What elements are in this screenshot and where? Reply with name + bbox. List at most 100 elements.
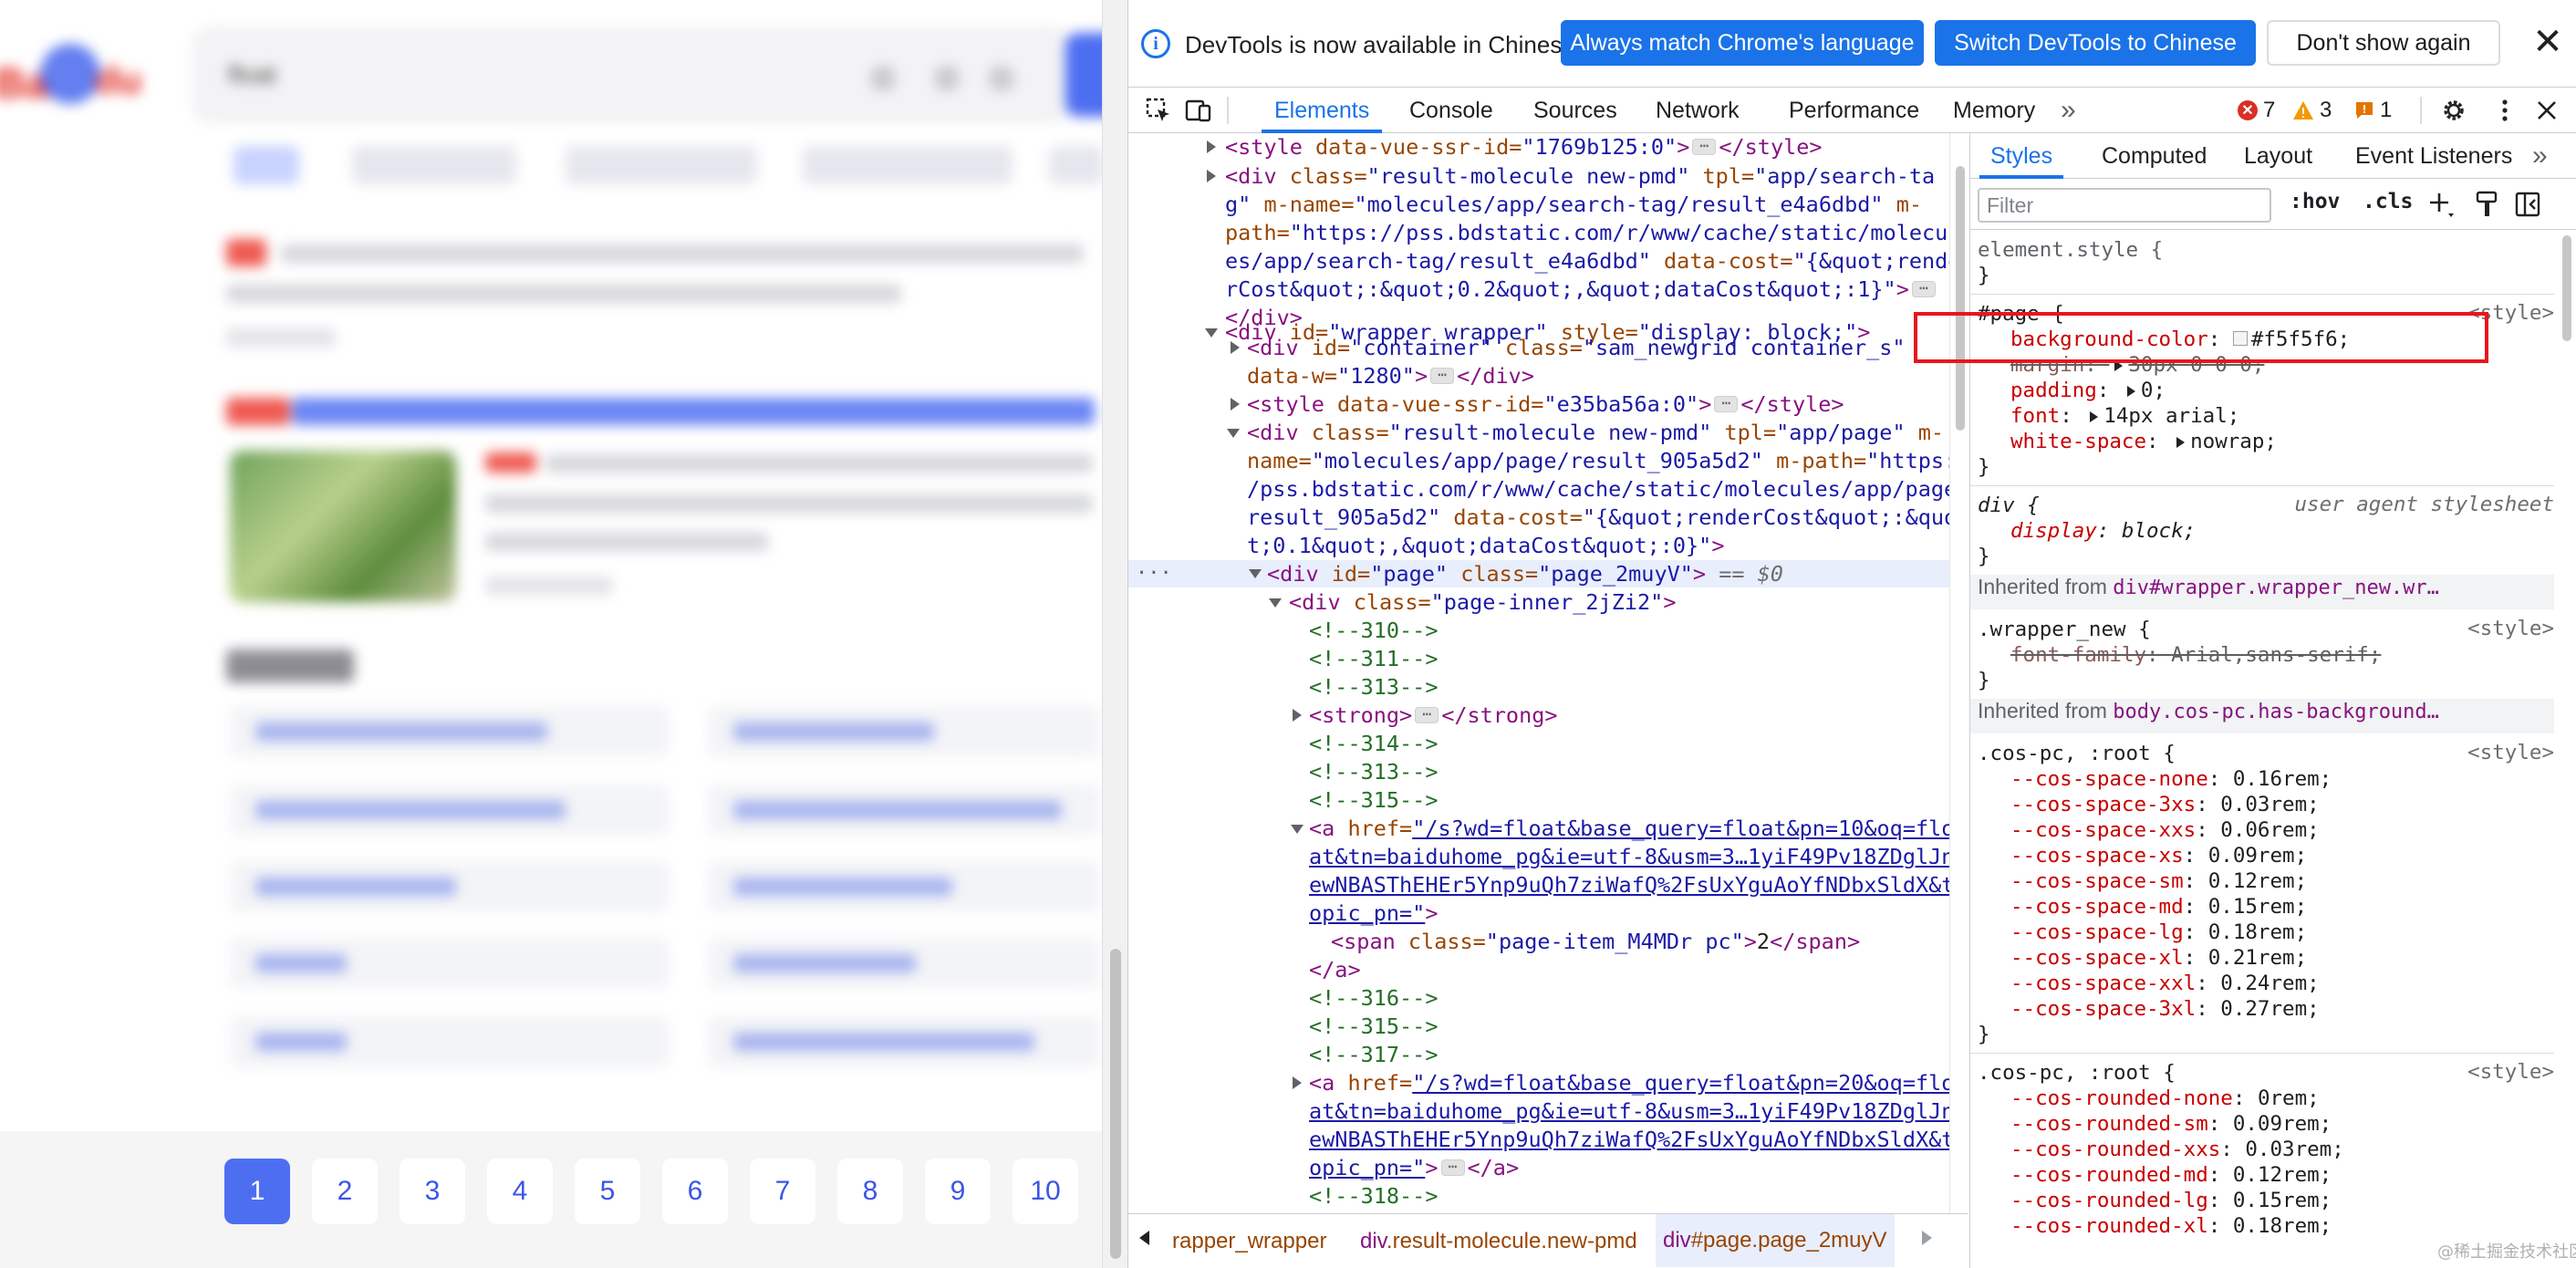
warning-count-badge[interactable]: 3 [2292, 95, 2332, 126]
subtab-computed[interactable]: Computed [2102, 133, 2207, 179]
page-button-9[interactable]: 9 [925, 1159, 991, 1224]
collapsed-ellipsis-icon[interactable]: ⋯ [1714, 395, 1739, 412]
expand-shorthand-icon[interactable] [2126, 386, 2135, 397]
related-search-item[interactable] [708, 706, 1100, 757]
rule-selector-cos-pc[interactable]: .cos-pc, :root { [1978, 741, 2176, 766]
match-language-button[interactable]: Always match Chrome's language [1561, 20, 1924, 66]
dom-node[interactable]: <div class="page-inner_2jZi2"> [1289, 588, 1676, 616]
dom-comment[interactable]: <!--318--> [1309, 1182, 1438, 1210]
expand-shorthand-icon[interactable] [2176, 437, 2186, 448]
result-tab[interactable] [1049, 146, 1102, 184]
result-title[interactable] [292, 398, 1095, 425]
tab-sources[interactable]: Sources [1533, 88, 1617, 133]
styles-scrollbar[interactable] [2557, 230, 2576, 1268]
new-style-rule-icon[interactable] [2426, 190, 2456, 219]
breadcrumb-right-arrow-icon[interactable] [1922, 1231, 1932, 1245]
related-search-item[interactable] [708, 938, 1100, 989]
dom-comment[interactable]: <!--316--> [1309, 984, 1438, 1012]
rule-selector-wrapper-new[interactable]: .wrapper_new { [1978, 617, 2151, 642]
css-variable[interactable]: --cos-space-md: 0.15rem; [2010, 894, 2307, 920]
subtab-event-listeners[interactable]: Event Listeners [2355, 133, 2512, 179]
subtab-layout[interactable]: Layout [2244, 133, 2312, 179]
css-variable[interactable]: --cos-rounded-sm: 0.09rem; [2010, 1111, 2332, 1137]
settings-gear-icon[interactable] [2440, 97, 2467, 124]
page-button-1[interactable]: 1 [224, 1159, 290, 1224]
related-search-item[interactable] [230, 938, 670, 989]
dom-tree-scrollbar[interactable] [1949, 133, 1969, 1213]
dom-node[interactable]: <style data-vue-ssr-id="e35ba56a:0"> ⋯ </s… [1247, 390, 1844, 418]
collapse-arrow-icon[interactable] [1291, 825, 1304, 834]
page-button-3[interactable]: 3 [400, 1159, 465, 1224]
css-variable[interactable]: --cos-rounded-xxs: 0.03rem; [2010, 1137, 2344, 1162]
expand-arrow-icon[interactable] [1231, 398, 1240, 411]
inherited-from-wrapper[interactable]: Inherited from div#wrapper.wrapper_new.w… [1970, 575, 2554, 609]
dom-node[interactable]: <a href="/s?wd=float&base_query=float&pn… [1309, 1069, 1949, 1097]
tab-console[interactable]: Console [1409, 88, 1493, 133]
page-scrollbar-thumb[interactable] [1110, 949, 1121, 1259]
close-infobar-icon[interactable]: ✕ [2531, 24, 2564, 60]
tab-memory[interactable]: Memory [1953, 88, 2035, 133]
more-subtabs-icon[interactable]: » [2532, 133, 2548, 179]
expand-shorthand-icon[interactable] [2090, 411, 2099, 422]
result-tab[interactable] [352, 146, 516, 184]
rule-selector-div[interactable]: div { [1978, 493, 2040, 518]
dom-node[interactable]: <strong> ⋯ </strong> [1309, 702, 1558, 729]
search-button[interactable] [1065, 33, 1102, 117]
related-search-item[interactable] [708, 785, 1100, 836]
breadcrumb-item[interactable]: rapper_wrapper [1172, 1229, 1326, 1254]
result-tab-active[interactable] [234, 146, 299, 184]
rule-origin-link[interactable]: <style> [2467, 741, 2554, 766]
css-variable[interactable]: --cos-rounded-lg: 0.15rem; [2010, 1188, 2332, 1213]
expand-arrow-icon[interactable] [1207, 140, 1216, 153]
search-box[interactable]: float [193, 27, 1069, 122]
expand-arrow-icon[interactable] [1293, 709, 1302, 722]
related-search-item[interactable] [230, 706, 670, 757]
camera-icon[interactable] [934, 66, 960, 91]
dom-tree-scrollbar-thumb[interactable] [1956, 166, 1965, 431]
dom-node[interactable]: <a href="/s?wd=float&base_query=float&pn… [1309, 815, 1949, 842]
dom-node-close[interactable]: </a> [1309, 956, 1361, 983]
more-tabs-icon[interactable]: » [2061, 88, 2076, 133]
css-declaration-display[interactable]: display: block; [2010, 518, 2196, 544]
toggle-sidebar-icon[interactable] [2514, 190, 2541, 219]
page-button-2[interactable]: 2 [312, 1159, 378, 1224]
page-scrollbar[interactable] [1102, 0, 1127, 1268]
page-button-4[interactable]: 4 [487, 1159, 553, 1224]
paint-brush-icon[interactable] [2474, 190, 2501, 219]
page-button-10[interactable]: 10 [1013, 1159, 1078, 1224]
result-thumbnail[interactable] [230, 451, 456, 602]
switch-to-chinese-button[interactable]: Switch DevTools to Chinese [1935, 20, 2256, 66]
styles-scrollbar-thumb[interactable] [2562, 235, 2571, 341]
dom-comment[interactable]: <!--311--> [1309, 645, 1438, 672]
rule-selector-cos-pc[interactable]: .cos-pc, :root { [1978, 1060, 2176, 1086]
dom-comment[interactable]: <!--315--> [1309, 1013, 1438, 1040]
expand-arrow-icon[interactable] [1231, 341, 1240, 354]
device-toolbar-icon[interactable] [1185, 97, 1212, 124]
page-button-5[interactable]: 5 [575, 1159, 640, 1224]
dom-comment[interactable]: <!--314--> [1309, 730, 1438, 757]
dom-node[interactable]: <span class="page-item_M4MDr pc">2</span… [1331, 928, 1860, 955]
css-declaration-font-family[interactable]: font-family: Arial,sans-serif; [2010, 642, 2381, 668]
dom-comment[interactable]: <!--315--> [1309, 786, 1438, 814]
collapse-arrow-icon[interactable] [1227, 429, 1240, 438]
page-button-7[interactable]: 7 [750, 1159, 815, 1224]
result-tab[interactable] [803, 146, 1013, 184]
css-variable[interactable]: --cos-space-xl: 0.21rem; [2010, 945, 2307, 971]
css-variable[interactable]: --cos-space-none: 0.16rem; [2010, 766, 2332, 792]
css-variable[interactable]: --cos-rounded-md: 0.12rem; [2010, 1162, 2332, 1188]
related-search-item[interactable] [708, 861, 1100, 912]
issues-count-badge[interactable]: 1 [2354, 95, 2392, 126]
css-variable[interactable]: --cos-space-xxs: 0.06rem; [2010, 817, 2320, 843]
kebab-menu-icon[interactable] [2491, 97, 2519, 124]
related-search-item[interactable] [230, 1016, 670, 1067]
subtab-styles[interactable]: Styles [1979, 133, 2064, 179]
css-variable[interactable]: --cos-space-3xs: 0.03rem; [2010, 792, 2320, 817]
collapsed-ellipsis-icon[interactable]: ⋯ [1440, 1159, 1465, 1176]
collapse-arrow-icon[interactable] [1269, 598, 1282, 608]
breadcrumb-item[interactable]: div.result-molecule.new-pmd [1360, 1229, 1637, 1254]
related-search-item[interactable] [230, 861, 670, 912]
clear-icon[interactable] [870, 66, 896, 91]
related-search-item[interactable] [708, 1016, 1100, 1067]
page-button-6[interactable]: 6 [662, 1159, 728, 1224]
tab-network[interactable]: Network [1656, 88, 1740, 133]
